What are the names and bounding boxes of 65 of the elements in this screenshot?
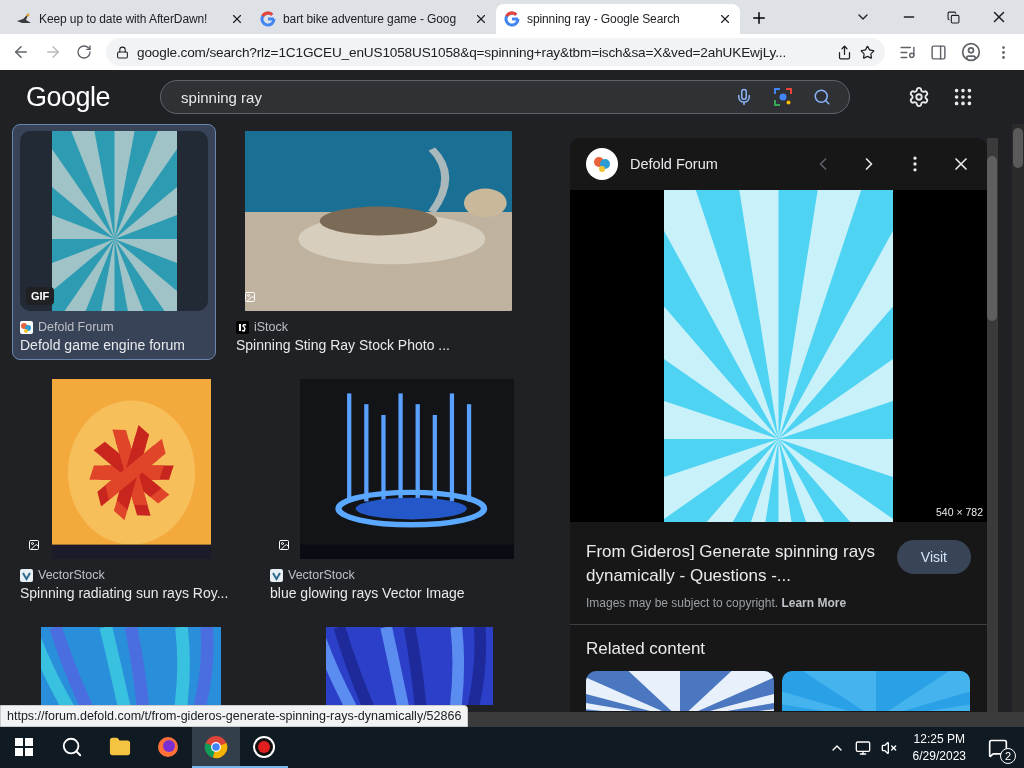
record-icon[interactable]	[252, 734, 276, 759]
checkmark-logo-icon	[270, 568, 283, 582]
fox-browser-icon[interactable]	[156, 734, 180, 759]
result-title: Defold game engine forum	[20, 337, 186, 353]
share-icon[interactable]	[837, 44, 852, 60]
puzzle-logo-icon	[20, 320, 33, 334]
profile-icon[interactable]	[961, 42, 981, 62]
page-title: From Gideros] Generate spinning rays dynamically - Questions -...	[586, 541, 877, 587]
google-icon	[260, 11, 276, 27]
taskbar-button[interactable]	[192, 727, 240, 768]
date: 6/29/2023	[912, 747, 966, 765]
result-title: Spinning radiating sun rays Roy...	[20, 585, 230, 601]
gif-badge: GIF	[26, 287, 55, 305]
stock-logo-icon	[236, 320, 249, 334]
back-icon[interactable]	[12, 43, 30, 61]
google-icon	[504, 11, 520, 27]
section-heading: Related content	[585, 638, 707, 660]
link-url-tooltip: https://forum.defold.com/t/from-gideros-generate-spinning-rays-dynamically/52866	[0, 705, 469, 727]
copyright-note: Images may be subject to copyright. Learn More	[585, 595, 848, 612]
image-result[interactable]: VectorStock Spinning radiating sun rays Roy...	[12, 372, 250, 608]
close-icon[interactable]	[230, 12, 244, 26]
source-name: Defold Forum	[630, 156, 719, 172]
puzzle-logo-icon	[586, 148, 618, 180]
image-result[interactable]: VectorStock blue glowing rays Vector Image	[262, 372, 552, 608]
image-result[interactable]: iStock Spinning Sting Ray Stock Photo ...	[228, 124, 528, 360]
learn-more-link[interactable]: Learn More	[781, 596, 847, 610]
reload-icon[interactable]	[76, 44, 92, 60]
star-icon[interactable]	[860, 44, 875, 60]
windows-start-icon[interactable]	[15, 737, 33, 756]
notification-count: 2	[1000, 747, 1016, 764]
restore-icon[interactable]	[947, 10, 960, 24]
muted-volume-icon[interactable]	[880, 739, 897, 756]
google-logo: Google	[26, 81, 111, 114]
visit-button[interactable]: Visit	[896, 540, 971, 574]
settings-icon[interactable]	[908, 86, 931, 108]
new-tab-icon[interactable]	[750, 9, 768, 27]
source-name: VectorStock	[288, 568, 355, 582]
network-icon[interactable]	[854, 739, 871, 756]
source-name: Defold Forum	[38, 320, 114, 334]
search-icon[interactable]	[61, 735, 83, 758]
result-title: Spinning Sting Ray Stock Photo ...	[236, 337, 451, 353]
side-panel-icon[interactable]	[930, 43, 947, 61]
clock[interactable]: 12:25 PM 6/29/2023	[906, 730, 972, 765]
address-bar[interactable]: google.com/search?rlz=1C1GCEU_enUS1058US1058&q=spinning+ray&tbm=isch&sa=X&ved=2ahUKEwjLy...	[106, 38, 885, 66]
search-field[interactable]: spinning ray	[160, 80, 851, 114]
image-icon	[244, 291, 256, 303]
folder-icon[interactable]	[109, 735, 131, 758]
browser-tab[interactable]: bart bike adventure game - Goog	[252, 4, 496, 34]
lock-icon	[116, 45, 129, 59]
camera-lens-icon[interactable]	[773, 87, 794, 107]
close-icon[interactable]	[474, 12, 488, 26]
source-name: VectorStock	[38, 568, 105, 582]
image-icon	[28, 539, 40, 551]
close-icon[interactable]	[718, 12, 732, 26]
image-dimensions: 540 × 782	[936, 506, 983, 518]
browser-tab[interactable]: Keep up to date with AfterDawn!	[8, 4, 252, 34]
chrome-icon[interactable]	[204, 734, 228, 759]
image-result[interactable]: GIF Defold Forum Defold game engine forum	[12, 124, 216, 360]
time: 12:25 PM	[913, 730, 965, 748]
image-icon	[278, 539, 290, 551]
result-title: blue glowing rays Vector Image	[270, 585, 466, 601]
search-icon[interactable]	[813, 88, 832, 106]
checkmark-logo-icon	[20, 568, 33, 582]
source-name: iStock	[254, 320, 289, 334]
browser-tab[interactable]: spinning ray - Google Search	[496, 4, 740, 34]
